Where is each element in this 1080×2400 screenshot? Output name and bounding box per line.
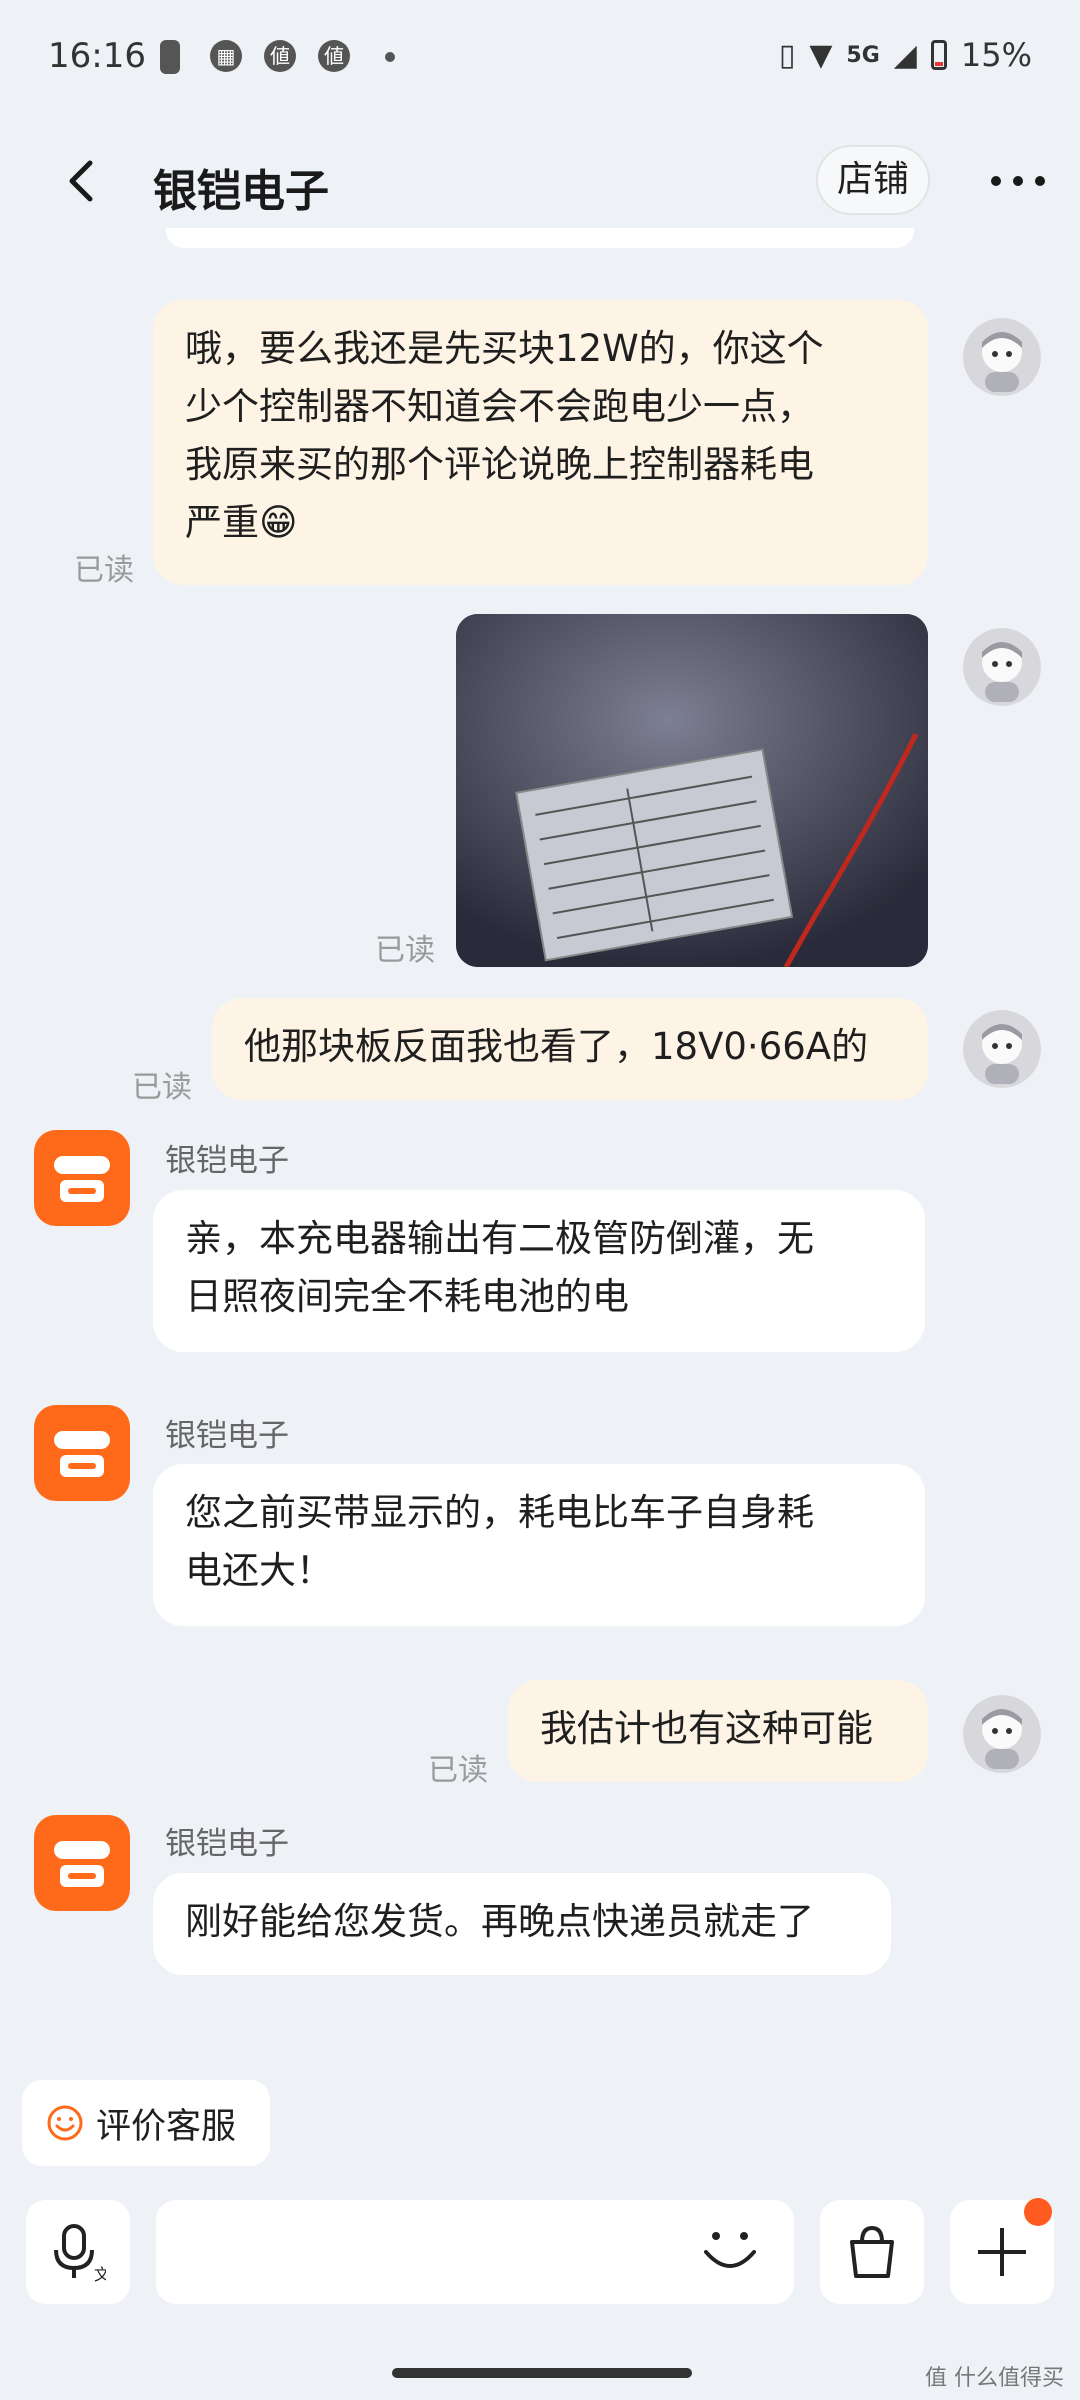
shop-button[interactable]: 店铺	[816, 145, 930, 215]
read-status: 已读	[74, 553, 134, 588]
more-options-icon[interactable]	[990, 175, 1046, 187]
message-bubble-mine[interactable]: 我估计也有这种可能	[508, 1680, 928, 1782]
message-line: 日照夜间完全不耗电池的电	[185, 1275, 629, 1318]
emoji-icon[interactable]	[700, 2228, 760, 2278]
message-line: 哦，要么我还是先买块12W的，你这个	[185, 327, 824, 370]
status-bar: 16:16 ▦ 値 値 ▯ ▼ 5G ◢ 15%	[0, 0, 1080, 115]
read-status: 已读	[132, 1070, 192, 1105]
store-icon	[54, 1841, 110, 1887]
message-line: 他那块板反面我也看了，18V0·66A的	[244, 1025, 869, 1068]
network-label: 5G	[846, 42, 880, 68]
notification-badge	[1024, 2198, 1052, 2226]
signal-icon: ◢	[893, 37, 917, 73]
message-bubble-mine[interactable]: 他那块板反面我也看了，18V0·66A的	[212, 998, 928, 1100]
svg-text:文: 文	[94, 2265, 106, 2282]
store-icon	[54, 1431, 110, 1477]
message-bubble-theirs[interactable]: 亲，本充电器输出有二极管防倒灌，无 日照夜间完全不耗电池的电	[153, 1190, 925, 1352]
sender-name: 银铠电子	[165, 1418, 289, 1454]
message-photo[interactable]	[456, 614, 928, 967]
battery-icon	[930, 40, 947, 70]
microphone-icon: 文	[54, 2224, 106, 2282]
message-line: 电还大！	[185, 1549, 333, 1592]
message-line: 我估计也有这种可能	[540, 1707, 873, 1750]
user-avatar[interactable]	[963, 628, 1041, 706]
read-status: 已读	[428, 1753, 488, 1788]
plus-icon	[978, 2228, 1026, 2276]
status-right: ▯ ▼ 5G ◢ 15%	[779, 36, 1032, 74]
back-arrow-icon[interactable]	[60, 159, 104, 203]
calendar-icon: ▦	[210, 40, 242, 72]
message-line: 少个控制器不知道会不会跑电少一点，	[185, 385, 814, 428]
user-avatar[interactable]	[963, 318, 1041, 396]
message-input[interactable]	[156, 2200, 794, 2304]
shop-avatar[interactable]	[34, 1815, 130, 1911]
sender-name: 银铠电子	[165, 1826, 289, 1862]
sender-name: 银铠电子	[165, 1143, 289, 1179]
watermark: 值 什么值得买	[925, 2366, 1064, 2391]
app-notification-icon: 値	[318, 40, 350, 72]
read-status: 已读	[375, 933, 435, 968]
message-bubble-theirs[interactable]: 您之前买带显示的，耗电比车子自身耗 电还大！	[153, 1464, 925, 1626]
battery-saver-icon	[160, 40, 180, 74]
smiley-icon	[47, 2105, 83, 2141]
chat-header: 银铠电子 店铺	[0, 115, 1080, 245]
shop-avatar[interactable]	[34, 1405, 130, 1501]
user-avatar[interactable]	[963, 1695, 1041, 1773]
nfc-icon: ▯	[778, 37, 796, 73]
rate-service-label: 评价客服	[96, 2106, 237, 2147]
shopping-bag-icon	[850, 2225, 894, 2278]
product-button[interactable]	[820, 2200, 924, 2304]
shop-avatar[interactable]	[34, 1130, 130, 1226]
user-avatar[interactable]	[963, 1010, 1041, 1088]
message-line: 亲，本充电器输出有二极管防倒灌，无	[185, 1217, 814, 1260]
rate-service-button[interactable]: 评价客服	[22, 2080, 270, 2166]
message-line: 刚好能给您发货。再晚点快递员就走了	[185, 1900, 814, 1943]
input-bar: 文	[0, 2180, 1080, 2330]
message-bubble-theirs[interactable]: 刚好能给您发货。再晚点快递员就走了	[153, 1873, 891, 1975]
message-bubble-mine[interactable]: 哦，要么我还是先买块12W的，你这个 少个控制器不知道会不会跑电少一点， 我原来…	[153, 300, 928, 585]
chat-title: 银铠电子	[153, 166, 329, 217]
previous-message-edge	[166, 228, 914, 248]
message-line: 我原来买的那个评论说晚上控制器耗电	[185, 443, 814, 486]
message-line: 您之前买带显示的，耗电比车子自身耗	[185, 1491, 814, 1534]
message-line: 严重😁	[185, 501, 298, 544]
more-notifications-dot	[385, 52, 395, 62]
store-icon	[54, 1156, 110, 1202]
home-indicator[interactable]	[392, 2368, 692, 2378]
battery-percent: 15%	[960, 36, 1032, 74]
app-notification-icon: 値	[264, 40, 296, 72]
wifi-icon: ▼	[809, 37, 833, 73]
voice-input-button[interactable]: 文	[26, 2200, 130, 2304]
status-time: 16:16	[48, 36, 146, 76]
photo-content	[456, 614, 928, 967]
